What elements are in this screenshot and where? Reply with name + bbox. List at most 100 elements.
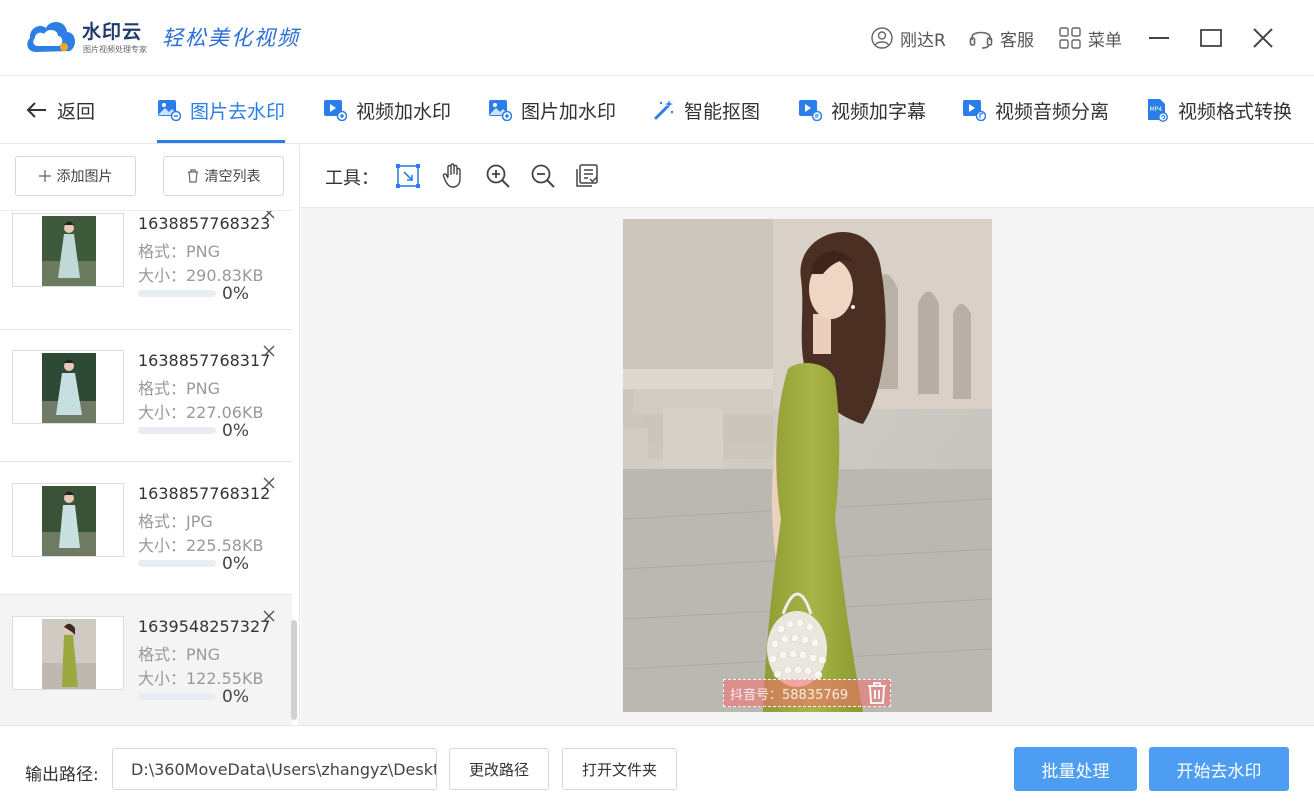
progress-text: 0% [222, 554, 249, 574]
hand-icon [442, 163, 461, 188]
maximize-icon [1200, 29, 1222, 47]
progress-text: 0% [222, 421, 249, 441]
tab-smart-cutout[interactable]: 智能抠图 [653, 76, 760, 144]
arrow-left-icon [26, 102, 46, 118]
minimize-icon [1149, 37, 1169, 39]
file-item[interactable]: 1639548257327 格式：PNG 大小：122.55KB 0% [0, 595, 292, 725]
select-area-icon [396, 164, 420, 188]
function-nav: 返回 图片去水印 视频加水印 图片加水印 智能抠图 视频加字幕 视频音频分离 M… [0, 76, 1314, 144]
start-remove-watermark-button[interactable]: 开始去水印 [1149, 747, 1289, 791]
tool-row: 工具： [301, 145, 1314, 208]
delete-selection-icon[interactable] [866, 681, 888, 705]
remove-file-icon[interactable] [262, 476, 276, 490]
brand-name: 水印云 [82, 21, 143, 43]
open-folder-button[interactable]: 打开文件夹 [562, 748, 677, 790]
tab-label: 图片去水印 [190, 100, 286, 123]
tab-video-add-watermark[interactable]: 视频加水印 [323, 76, 451, 144]
tab-image-add-watermark[interactable]: 图片加水印 [488, 76, 616, 144]
zoom-out-tool[interactable] [530, 163, 556, 189]
menu-button[interactable]: 菜单 [1058, 25, 1122, 51]
remove-file-icon[interactable] [262, 609, 276, 623]
file-size: 大小：225.58KB [138, 536, 264, 555]
tools-label: 工具： [325, 168, 379, 189]
menu-label: 菜单 [1088, 30, 1122, 51]
back-button[interactable]: 返回 [26, 76, 95, 144]
file-item[interactable]: 1638857768312 格式：JPG 大小：225.58KB 0% [0, 463, 292, 595]
title-bar: 水印云 图片视频处理专家 轻松美化视频 刚达R 客服 菜单 [0, 0, 1314, 76]
thumbnail-image [42, 353, 96, 423]
menu-grid-icon [1059, 27, 1081, 49]
video-caption-icon [799, 100, 822, 121]
file-format: 格式：PNG [138, 379, 221, 398]
progress-bar [138, 427, 216, 434]
output-path-label: 输出路径: [25, 765, 99, 785]
mp4-icon: MP4 [1148, 99, 1168, 122]
thumbnail-image [42, 619, 96, 689]
video-audio-icon [963, 100, 986, 121]
image-add-icon [489, 100, 512, 121]
clear-list-button[interactable]: 清空列表 [163, 156, 284, 196]
file-panel: 添加图片 清空列表 1638857768323 格式：PNG 大小：290.83… [0, 145, 300, 725]
tab-label: 视频格式转换 [1178, 100, 1293, 123]
tab-video-add-caption[interactable]: 视频加字幕 [798, 76, 926, 144]
watermark-text: 抖音号：58835769 [730, 687, 849, 703]
close-window-button[interactable] [1249, 24, 1277, 52]
change-path-button[interactable]: 更改路径 [449, 748, 549, 790]
user-name: 刚达R [900, 30, 946, 51]
remove-file-icon[interactable] [262, 344, 276, 358]
minimize-button[interactable] [1145, 24, 1173, 52]
cloud-logo-icon [27, 22, 76, 52]
maximize-button[interactable] [1197, 24, 1225, 52]
file-thumbnail [12, 483, 124, 557]
file-name: 1638857768312 [138, 484, 271, 503]
tab-label: 视频加水印 [356, 100, 452, 123]
user-icon [871, 27, 893, 49]
progress-text: 0% [222, 284, 249, 304]
zoom-out-icon [531, 164, 555, 188]
file-size: 大小：122.55KB [138, 669, 264, 688]
select-area-tool[interactable] [395, 163, 421, 189]
file-item[interactable]: 1638857768317 格式：PNG 大小：227.06KB 0% [0, 330, 292, 462]
magic-wand-icon [654, 100, 674, 120]
file-item[interactable]: 1638857768323 格式：PNG 大小：290.83KB 0% [0, 210, 292, 330]
thumbnail-image [42, 486, 96, 556]
file-thumbnail [12, 350, 124, 424]
tab-video-format-convert[interactable]: MP4 视频格式转换 [1145, 76, 1292, 144]
active-tab-indicator [157, 140, 285, 143]
tab-label: 视频加字幕 [831, 100, 927, 123]
add-image-button[interactable]: 添加图片 [15, 156, 136, 196]
clear-list-label: 清空列表 [204, 169, 261, 185]
file-size: 大小：227.06KB [138, 403, 264, 422]
preview-canvas[interactable]: 抖音号：58835769 [301, 208, 1314, 725]
tab-video-audio-split[interactable]: 视频音频分离 [962, 76, 1109, 144]
compare-tool[interactable] [575, 163, 601, 189]
progress-bar [138, 693, 216, 700]
footer-bar: 输出路径: 更改路径 打开文件夹 批量处理 开始去水印 [0, 725, 1314, 810]
file-thumbnail [12, 213, 124, 287]
progress-bar [138, 560, 216, 567]
slogan: 轻松美化视频 [162, 26, 300, 50]
video-add-icon [324, 100, 347, 121]
batch-process-button[interactable]: 批量处理 [1014, 747, 1137, 791]
progress-text: 0% [222, 687, 249, 707]
tab-label: 图片加水印 [521, 100, 617, 123]
svg-text:MP4: MP4 [1150, 106, 1163, 113]
output-path-field[interactable] [112, 748, 437, 790]
brand-subtitle: 图片视频处理专家 [83, 45, 147, 54]
file-format: 格式：JPG [138, 512, 213, 531]
progress-bar [138, 290, 216, 297]
add-image-label: 添加图片 [56, 169, 113, 185]
service-label: 客服 [1000, 30, 1034, 51]
list-scrollbar[interactable] [291, 620, 297, 720]
trash-icon [187, 169, 198, 183]
photo-illustration [623, 219, 992, 712]
tab-image-remove-watermark[interactable]: 图片去水印 [157, 76, 285, 144]
hand-tool[interactable] [440, 163, 466, 189]
file-name: 1638857768317 [138, 351, 271, 370]
user-account[interactable]: 刚达R [870, 25, 946, 51]
customer-service-button[interactable]: 客服 [968, 25, 1034, 51]
tab-label: 智能抠图 [684, 100, 761, 123]
zoom-in-tool[interactable] [485, 163, 511, 189]
file-name: 1638857768323 [138, 214, 271, 233]
remove-file-icon[interactable] [262, 210, 276, 220]
